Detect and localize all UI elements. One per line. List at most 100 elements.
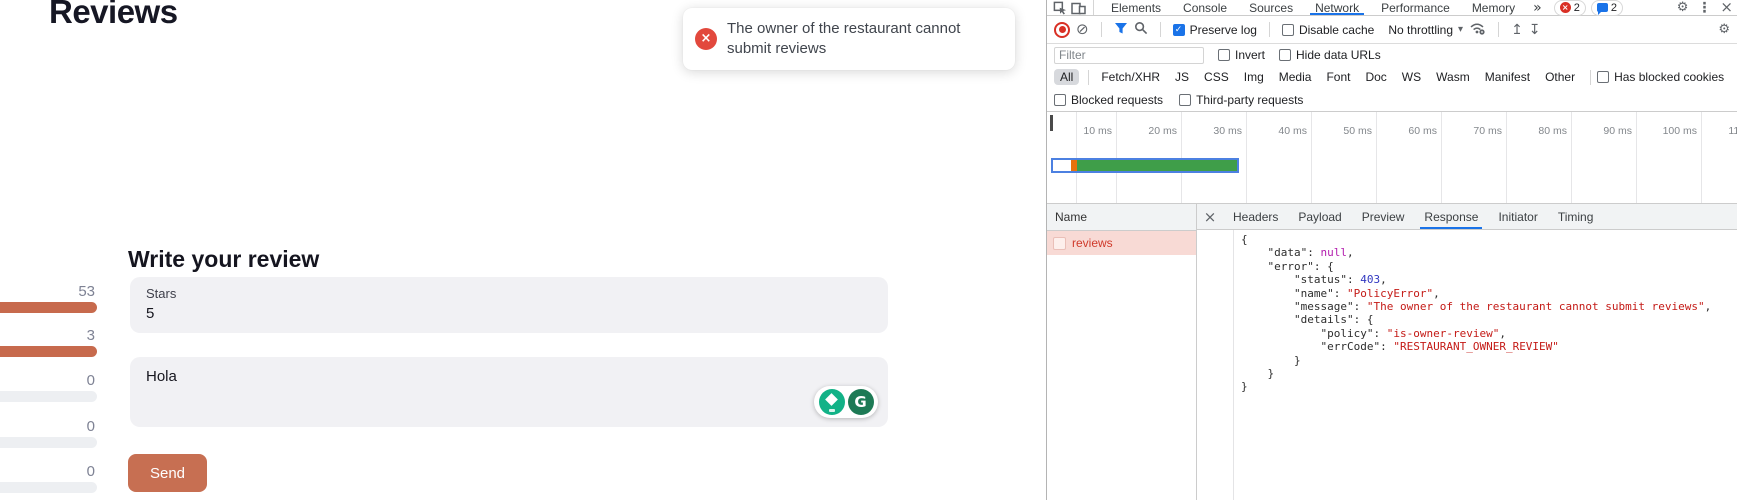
network-filter-input[interactable]	[1054, 47, 1204, 64]
fold-marker-icon[interactable]	[1197, 287, 1233, 300]
json-line-content: }	[1233, 367, 1274, 380]
issues-badge[interactable]: 2	[1591, 0, 1623, 16]
type-pill-css[interactable]: CSS	[1198, 69, 1235, 85]
devtools-tab-performance[interactable]: Performance	[1370, 0, 1461, 15]
detail-tabbar: × HeadersPayloadPreviewResponseInitiator…	[1197, 204, 1737, 230]
settings-gear-icon[interactable]: ⚙	[1677, 1, 1689, 14]
blocked-requests-checkbox[interactable]: Blocked requests	[1054, 93, 1163, 107]
timeline-tick-label: 50 ms	[1317, 125, 1372, 137]
device-toolbar-icon[interactable]	[1069, 1, 1087, 15]
issues-icon	[1597, 3, 1608, 12]
has-blocked-cookies-label: Has blocked cookies	[1614, 70, 1724, 84]
requests-table: Name reviews × HeadersPayloadPreviewResp…	[1047, 204, 1737, 500]
devtools-tab-sources[interactable]: Sources	[1238, 0, 1304, 15]
name-column-header[interactable]: Name	[1047, 204, 1196, 231]
devtools-tab-network[interactable]: Network	[1304, 0, 1370, 15]
invert-checkbox[interactable]: Invert	[1218, 48, 1265, 62]
detail-tab-headers[interactable]: Headers	[1223, 204, 1288, 229]
stars-field[interactable]: Stars 5	[130, 277, 888, 333]
json-line-content: "error": {	[1233, 260, 1334, 273]
fold-marker-icon[interactable]	[1197, 313, 1233, 326]
detail-tab-timing[interactable]: Timing	[1548, 204, 1604, 229]
checkbox-checked-icon[interactable]: ✓	[1173, 24, 1185, 36]
clear-network-log-icon[interactable]: ⊘	[1076, 22, 1089, 37]
error-count: 2	[1574, 2, 1580, 14]
fold-marker-icon[interactable]	[1197, 246, 1233, 259]
network-settings-gear-icon[interactable]: ⚙	[1718, 23, 1730, 36]
json-line: }	[1197, 380, 1737, 393]
fold-marker-icon[interactable]	[1197, 367, 1233, 380]
devtools-tab-memory[interactable]: Memory	[1461, 0, 1526, 15]
grammarly-widget[interactable]: G	[814, 386, 878, 418]
fold-marker-icon[interactable]	[1197, 260, 1233, 273]
close-detail-icon[interactable]: ×	[1197, 208, 1223, 226]
fold-marker-icon[interactable]	[1197, 327, 1233, 340]
type-pill-js[interactable]: JS	[1169, 69, 1195, 85]
network-conditions-icon[interactable]	[1469, 21, 1486, 38]
type-pill-ws[interactable]: WS	[1396, 69, 1427, 85]
disable-cache-checkbox[interactable]: Disable cache	[1282, 23, 1374, 37]
line-number	[1197, 233, 1233, 246]
request-detail-pane: × HeadersPayloadPreviewResponseInitiator…	[1197, 204, 1737, 500]
type-pill-doc[interactable]: Doc	[1359, 69, 1392, 85]
third-party-requests-checkbox[interactable]: Third-party requests	[1179, 93, 1303, 107]
type-pill-fetch-xhr[interactable]: Fetch/XHR	[1095, 69, 1166, 85]
hide-data-urls-checkbox[interactable]: Hide data URLs	[1279, 48, 1381, 62]
json-line-content: }	[1233, 380, 1248, 393]
type-pill-media[interactable]: Media	[1273, 69, 1318, 85]
json-token: ,	[1347, 246, 1354, 259]
grammarly-suggestion-icon[interactable]	[819, 389, 845, 415]
type-pill-manifest[interactable]: Manifest	[1479, 69, 1536, 85]
json-token: :	[1307, 246, 1320, 259]
grammarly-logo-icon[interactable]: G	[848, 389, 874, 415]
fold-marker-icon[interactable]	[1197, 273, 1233, 286]
request-row-reviews[interactable]: reviews	[1047, 231, 1196, 255]
type-pill-img[interactable]: Img	[1238, 69, 1270, 85]
review-textarea[interactable]: Hola	[130, 357, 888, 427]
import-har-icon[interactable]: ↥	[1511, 23, 1523, 37]
detail-tab-initiator[interactable]: Initiator	[1488, 204, 1547, 229]
timeline-tick-label: 80 ms	[1512, 125, 1567, 137]
type-pill-all[interactable]: All	[1054, 69, 1079, 85]
toast-error-icon: ×	[695, 28, 717, 50]
export-har-icon[interactable]: ↧	[1529, 23, 1541, 37]
network-overview-timeline[interactable]: 10 ms20 ms30 ms40 ms50 ms60 ms70 ms80 ms…	[1047, 112, 1737, 204]
fold-marker-icon[interactable]	[1197, 354, 1233, 367]
checkbox-unchecked-icon[interactable]	[1279, 49, 1291, 61]
devtools-tab-console[interactable]: Console	[1172, 0, 1238, 15]
search-icon[interactable]	[1134, 21, 1148, 38]
type-pill-other[interactable]: Other	[1539, 69, 1581, 85]
throttling-select[interactable]: No throttling ▾	[1388, 23, 1463, 37]
checkbox-unchecked-icon[interactable]	[1218, 49, 1230, 61]
fold-marker-icon[interactable]	[1197, 300, 1233, 313]
checkbox-unchecked-icon[interactable]	[1179, 94, 1191, 106]
type-pill-wasm[interactable]: Wasm	[1430, 69, 1476, 85]
fold-marker-icon[interactable]	[1197, 380, 1233, 393]
waterfall-bar[interactable]	[1051, 158, 1239, 173]
has-blocked-cookies-checkbox[interactable]: Has blocked cookies	[1597, 70, 1724, 84]
fold-marker-icon[interactable]	[1197, 340, 1233, 353]
inspect-element-icon[interactable]	[1051, 1, 1069, 15]
close-devtools-icon[interactable]: ×	[1720, 0, 1733, 15]
record-network-log-icon[interactable]	[1054, 22, 1070, 38]
type-pill-font[interactable]: Font	[1320, 69, 1356, 85]
devtools-tab-elements[interactable]: Elements	[1100, 0, 1172, 15]
checkbox-unchecked-icon[interactable]	[1597, 71, 1609, 83]
detail-tab-payload[interactable]: Payload	[1288, 204, 1351, 229]
divider	[1269, 22, 1270, 37]
checkbox-unchecked-icon[interactable]	[1054, 94, 1066, 106]
timeline-scrubber[interactable]	[1050, 115, 1053, 131]
detail-tab-response[interactable]: Response	[1414, 204, 1488, 229]
response-json-viewer[interactable]: {"data": null,"error": {"status": 403,"n…	[1197, 230, 1737, 500]
filter-funnel-icon[interactable]	[1114, 22, 1128, 38]
json-token: ,	[1499, 327, 1506, 340]
more-tabs-icon[interactable]: »	[1526, 0, 1549, 15]
detail-tab-preview[interactable]: Preview	[1352, 204, 1415, 229]
disable-cache-label: Disable cache	[1299, 23, 1374, 37]
preserve-log-checkbox[interactable]: ✓ Preserve log	[1173, 23, 1257, 37]
json-line: "policy": "is-owner-review",	[1197, 327, 1737, 340]
checkbox-unchecked-icon[interactable]	[1282, 24, 1294, 36]
send-button[interactable]: Send	[128, 454, 207, 492]
more-options-icon[interactable]: ⋮	[1697, 1, 1711, 15]
error-count-badge[interactable]: × 2	[1554, 0, 1586, 16]
